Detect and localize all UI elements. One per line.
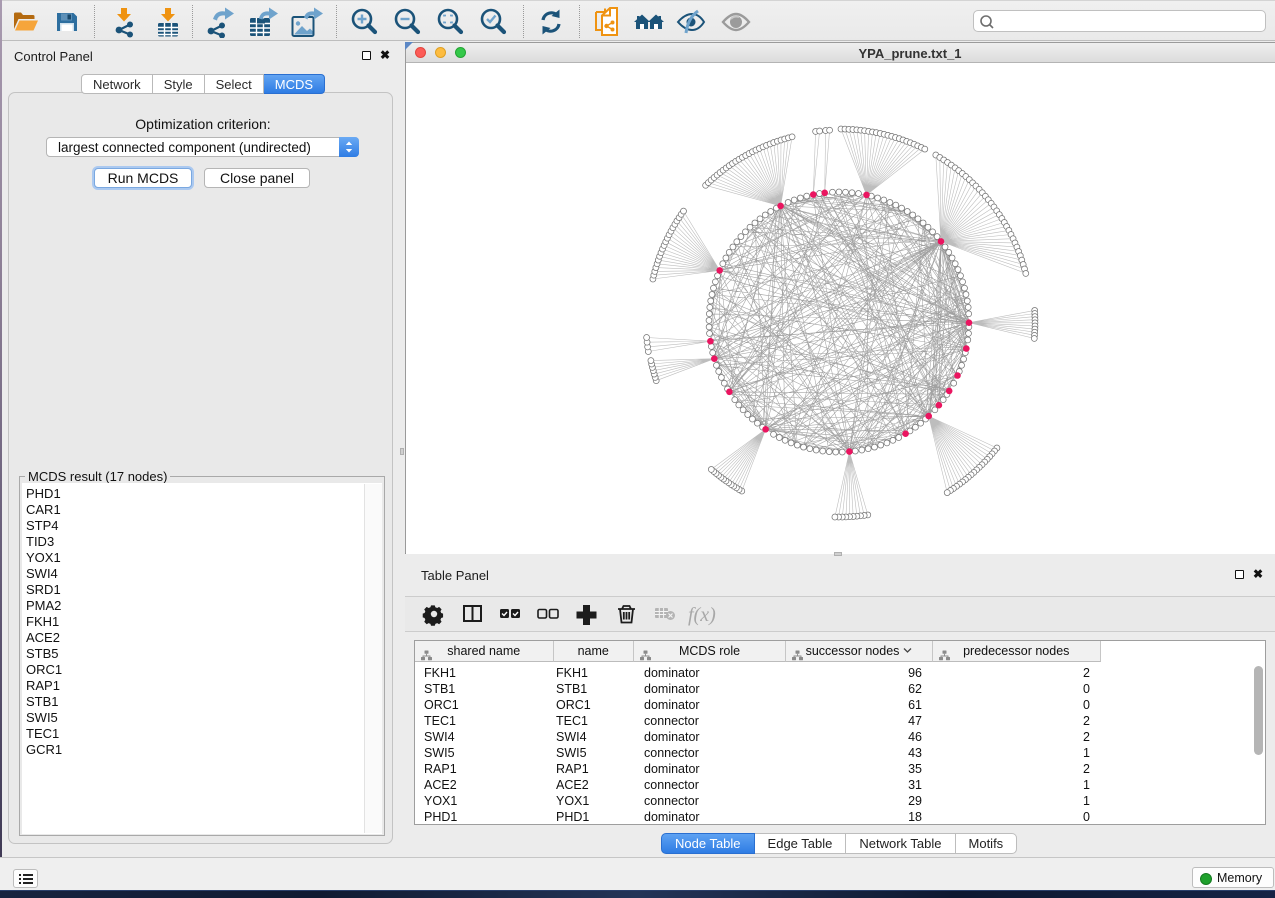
svg-text:f(x): f(x) xyxy=(688,604,716,626)
